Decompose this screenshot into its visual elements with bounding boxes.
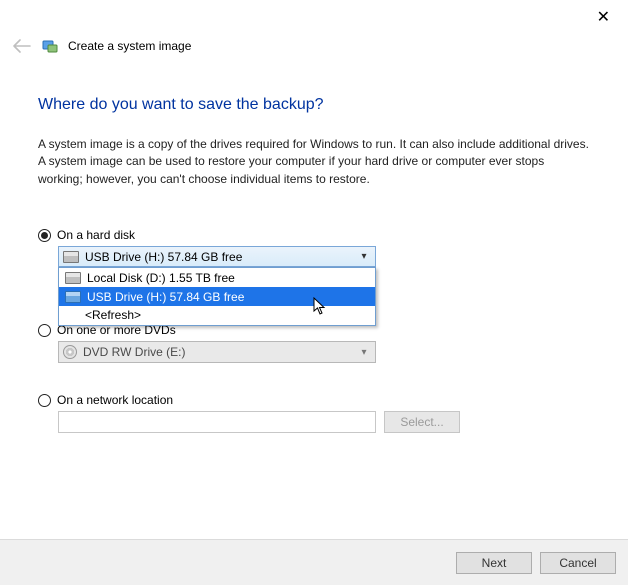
drive-icon bbox=[65, 291, 81, 303]
dropdown-item-label: USB Drive (H:) 57.84 GB free bbox=[87, 290, 244, 304]
radio-network[interactable] bbox=[38, 394, 51, 407]
dropdown-item[interactable]: USB Drive (H:) 57.84 GB free bbox=[59, 287, 375, 306]
disc-icon bbox=[63, 345, 77, 359]
dropdown-item[interactable]: Local Disk (D:) 1.55 TB free bbox=[59, 268, 375, 287]
hard-disk-combo-value: USB Drive (H:) 57.84 GB free bbox=[85, 250, 242, 264]
cancel-button[interactable]: Cancel bbox=[540, 552, 616, 574]
next-button[interactable]: Next bbox=[456, 552, 532, 574]
page-heading: Where do you want to save the backup? bbox=[38, 96, 590, 114]
dropdown-refresh[interactable]: <Refresh> bbox=[59, 306, 375, 325]
dvd-combo: DVD RW Drive (E:) ▾ bbox=[58, 341, 376, 363]
dvd-combo-value: DVD RW Drive (E:) bbox=[83, 345, 185, 359]
chevron-down-icon: ▾ bbox=[356, 344, 372, 360]
radio-hard-disk[interactable] bbox=[38, 229, 51, 242]
footer-bar: Next Cancel bbox=[0, 539, 628, 585]
page-description: A system image is a copy of the drives r… bbox=[38, 136, 590, 188]
dropdown-item-label: Local Disk (D:) 1.55 TB free bbox=[87, 271, 235, 285]
hard-disk-combo[interactable]: USB Drive (H:) 57.84 GB free ▾ bbox=[58, 246, 376, 267]
radio-dvd[interactable] bbox=[38, 324, 51, 337]
drive-icon bbox=[63, 251, 79, 263]
radio-network-label: On a network location bbox=[57, 393, 173, 407]
radio-hard-disk-label: On a hard disk bbox=[57, 228, 135, 242]
back-arrow-icon bbox=[12, 36, 32, 56]
close-button[interactable]: ✕ bbox=[589, 6, 618, 30]
app-icon bbox=[42, 38, 58, 54]
chevron-down-icon: ▾ bbox=[356, 249, 372, 264]
drive-icon bbox=[65, 272, 81, 284]
window-title: Create a system image bbox=[68, 39, 191, 53]
hard-disk-dropdown: Local Disk (D:) 1.55 TB free USB Drive (… bbox=[58, 267, 376, 326]
network-path-input bbox=[58, 411, 376, 433]
select-button: Select... bbox=[384, 411, 460, 433]
